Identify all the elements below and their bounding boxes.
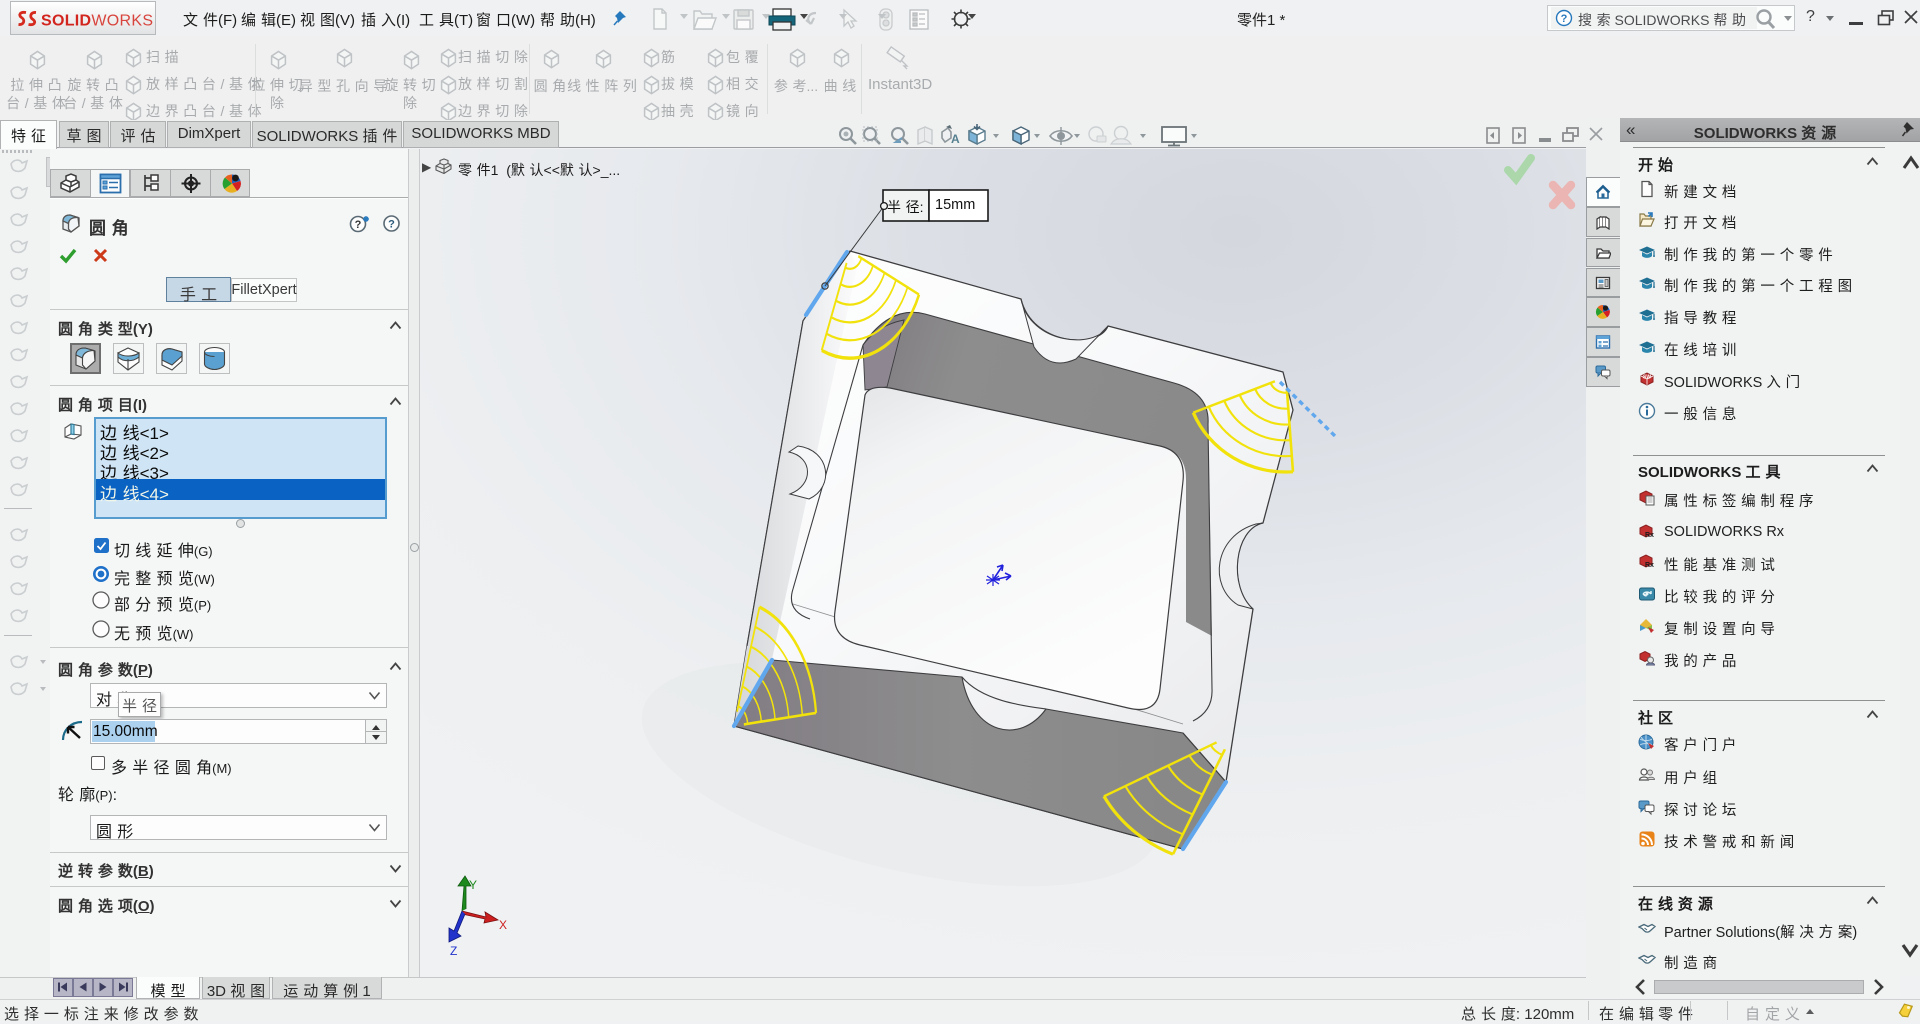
svg-text:?: ? <box>1561 13 1568 25</box>
svg-text:Rx: Rx <box>1645 532 1654 539</box>
svg-text:X: X <box>499 918 507 932</box>
svg-text:A: A <box>951 132 960 146</box>
svg-text:SOLIDWORKS: SOLIDWORKS <box>41 13 153 30</box>
svg-text:SW: SW <box>1643 375 1651 381</box>
svg-text:?: ? <box>355 219 362 231</box>
svg-text:Z: Z <box>450 944 457 958</box>
svg-text:Y: Y <box>469 878 477 892</box>
svg-text:?: ? <box>388 219 395 231</box>
svg-text:Rx: Rx <box>1645 562 1654 569</box>
